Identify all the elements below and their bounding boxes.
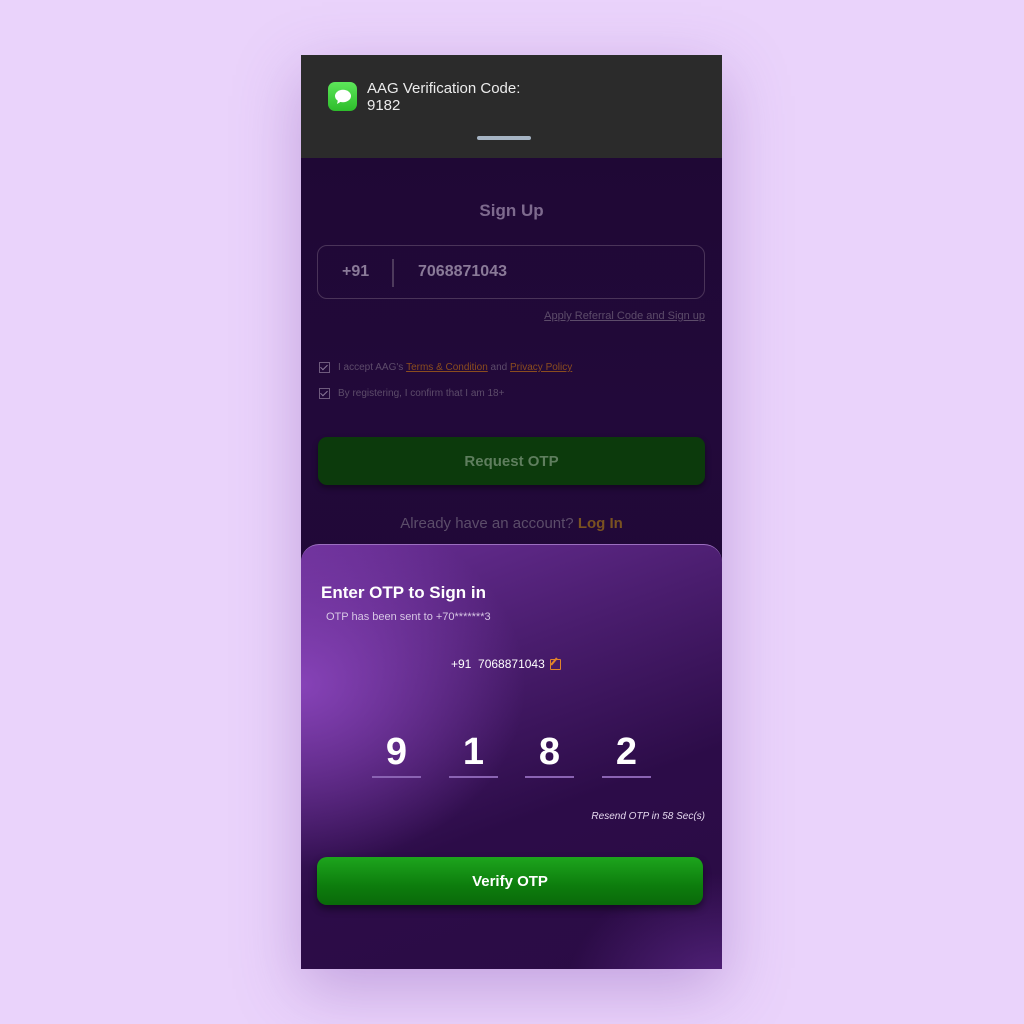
otp-sent-subtitle: OTP has been sent to +70*******3 — [326, 611, 491, 623]
notification-drag-handle[interactable] — [477, 136, 531, 140]
notification-text: AAG Verification Code: 9182 — [367, 80, 520, 114]
login-prompt: Already have an account? Log In — [301, 515, 722, 532]
otp-digit-1[interactable]: 9 — [372, 730, 421, 778]
terms-checkbox-row[interactable]: I accept AAG's Terms & Condition and Pri… — [319, 362, 572, 373]
terms-link[interactable]: Terms & Condition — [406, 362, 488, 373]
otp-digit-3[interactable]: 8 — [525, 730, 574, 778]
age-confirm-text: By registering, I confirm that I am 18+ — [338, 388, 505, 399]
notification-code: 9182 — [367, 97, 401, 114]
terms-checkbox[interactable] — [319, 362, 330, 373]
request-otp-button[interactable]: Request OTP — [318, 437, 705, 485]
otp-bottom-sheet: Enter OTP to Sign in OTP has been sent t… — [301, 544, 722, 969]
terms-prefix: I accept AAG's — [338, 362, 404, 373]
privacy-link[interactable]: Privacy Policy — [510, 362, 572, 373]
signup-title: Sign Up — [479, 201, 544, 220]
phone-input-field[interactable]: +91 7068871043 — [317, 245, 705, 299]
messages-icon — [328, 82, 357, 111]
otp-digit-2[interactable]: 1 — [449, 730, 498, 778]
login-link[interactable]: Log In — [578, 515, 623, 532]
resend-otp-timer: Resend OTP in 58 Sec(s) — [591, 811, 705, 822]
notification-title: AAG Verification Code: — [367, 80, 521, 97]
sms-notification[interactable]: AAG Verification Code: 9182 — [301, 55, 722, 158]
otp-phone-number: 7068871043 — [478, 657, 545, 671]
already-account-text: Already have an account? — [400, 515, 574, 532]
otp-digit-4[interactable]: 2 — [602, 730, 651, 778]
field-divider — [392, 259, 394, 287]
terms-and: and — [490, 362, 508, 373]
otp-sheet-title: Enter OTP to Sign in — [321, 583, 486, 602]
country-code[interactable]: +91 — [342, 263, 369, 281]
referral-code-link[interactable]: Apply Referral Code and Sign up — [544, 310, 705, 322]
otp-country-code: +91 — [451, 657, 472, 671]
age-checkbox[interactable] — [319, 388, 330, 399]
phone-number-value[interactable]: 7068871043 — [418, 263, 507, 281]
phone-screen: AAG Verification Code: 9182 Sign Up +91 … — [301, 55, 722, 969]
otp-phone-display: +91 7068871043 — [451, 657, 561, 671]
verify-otp-button[interactable]: Verify OTP — [317, 857, 703, 905]
age-checkbox-row[interactable]: By registering, I confirm that I am 18+ — [319, 388, 504, 399]
edit-icon[interactable] — [549, 658, 561, 670]
